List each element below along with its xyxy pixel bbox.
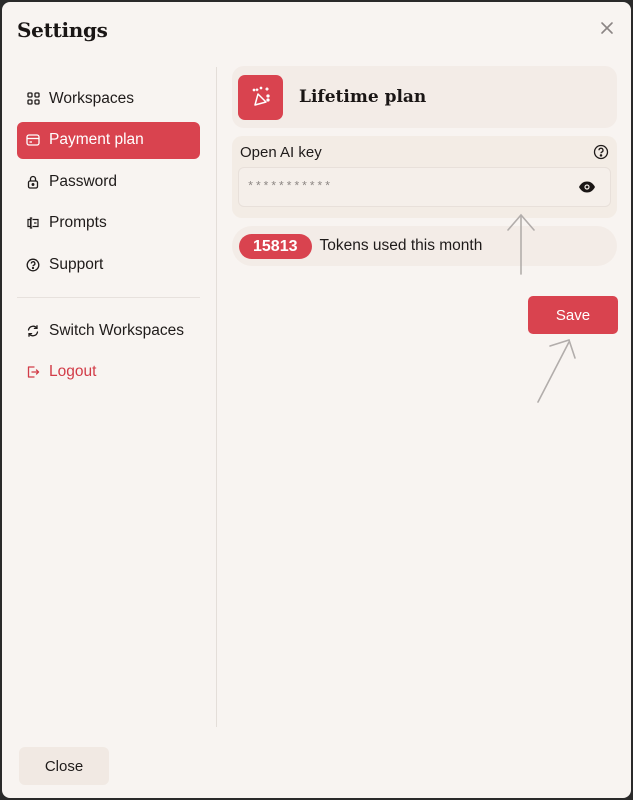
logout-icon <box>26 365 40 379</box>
sidebar-item-label: Logout <box>49 363 97 380</box>
grid-icon <box>26 92 40 106</box>
close-button[interactable]: Close <box>19 747 109 785</box>
help-circle-icon[interactable] <box>593 144 609 160</box>
plan-title: Lifetime plan <box>299 87 427 107</box>
sidebar-item-prompts[interactable]: Prompts <box>17 205 200 242</box>
plan-card: Lifetime plan <box>232 66 617 128</box>
close-icon[interactable] <box>599 21 615 37</box>
help-circle-icon <box>26 258 40 272</box>
arrow-to-save-button <box>537 339 576 403</box>
sidebar-separator <box>216 67 217 727</box>
sidebar-item-label: Workspaces <box>49 89 134 107</box>
settings-dialog: Settings Workspaces Payment plan Passwor… <box>2 2 631 798</box>
party-popper-icon <box>238 74 283 120</box>
sidebar-item-payment-plan[interactable]: Payment plan <box>17 121 200 159</box>
save-button[interactable]: Save <box>528 296 618 334</box>
sidebar-divider <box>17 297 200 298</box>
tokens-count-badge: 15813 <box>239 233 312 259</box>
refresh-icon <box>26 324 40 338</box>
tokens-usage: 15813 Tokens used this month <box>232 226 617 266</box>
sidebar-item-label: Switch Workspaces <box>49 321 184 339</box>
openai-key-field[interactable] <box>238 167 611 207</box>
sidebar-item-switch-workspaces[interactable]: Switch Workspaces <box>17 312 200 349</box>
payment-plan-panel: Lifetime plan Open AI key 15813 Tokens u… <box>232 66 617 266</box>
sidebar-item-support[interactable]: Support <box>17 246 200 283</box>
sidebar: Workspaces Payment plan Password Prompts… <box>17 80 200 395</box>
tokens-label: Tokens used this month <box>319 237 483 254</box>
credit-card-icon <box>26 133 40 147</box>
sidebar-item-password[interactable]: Password <box>17 163 200 200</box>
openai-key-label: Open AI key <box>240 144 322 161</box>
sidebar-item-logout[interactable]: Logout <box>17 354 200 391</box>
sidebar-item-label: Support <box>49 255 104 273</box>
openai-key-card: Open AI key <box>232 136 617 218</box>
text-cursor-icon <box>26 216 40 230</box>
sidebar-item-label: Password <box>49 172 118 190</box>
openai-key-input[interactable] <box>247 180 567 194</box>
sidebar-item-label: Prompts <box>49 214 107 231</box>
lock-icon <box>26 175 40 189</box>
eye-icon[interactable] <box>578 180 596 199</box>
dialog-title: Settings <box>17 18 108 42</box>
sidebar-item-workspaces[interactable]: Workspaces <box>17 80 200 117</box>
sidebar-item-label: Payment plan <box>49 131 144 148</box>
